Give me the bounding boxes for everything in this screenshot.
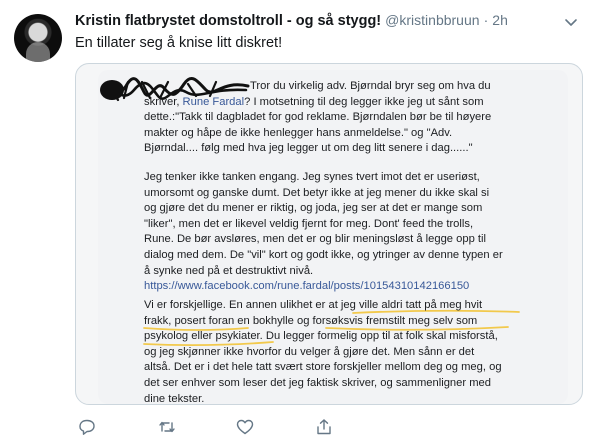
share-icon[interactable] (314, 417, 334, 437)
text-line: det ser enhver som leser det jeg faktisk… (144, 376, 491, 389)
timestamp[interactable]: 2h (492, 12, 508, 28)
separator: · (483, 12, 489, 28)
chevron-down-icon[interactable] (563, 14, 579, 30)
tweet-header: Kristin flatbrystet domstoltroll - og så… (75, 12, 508, 29)
text-line: og jeg skjønner ikke hvorfor du velger å… (144, 345, 475, 358)
text-line: psykolog eller psykiater. Du legger form… (144, 330, 498, 343)
avatar[interactable] (14, 14, 62, 62)
facebook-comment: Tror du virkelig adv. Bjørndal bryr seg … (98, 70, 568, 404)
display-name[interactable]: Kristin flatbrystet domstoltroll - og så… (75, 13, 381, 29)
handle[interactable]: @kristinbbruun (385, 12, 479, 28)
attached-image[interactable]: Tror du virkelig adv. Bjørndal bryr seg … (75, 63, 583, 405)
heart-icon[interactable] (235, 417, 255, 437)
text-line: Vi er forskjellige. En annen ulikhet er … (144, 299, 483, 311)
tweet: Kristin flatbrystet domstoltroll - og så… (0, 0, 593, 448)
text-line: frakk, posert foran en bokhylle og forsø… (144, 314, 478, 327)
tweet-actions (75, 417, 525, 437)
text-line: altså. Det er i det hele tatt svært stor… (144, 361, 502, 374)
reply-icon[interactable] (77, 417, 97, 437)
retweet-icon[interactable] (157, 417, 177, 437)
tweet-text: En tillater seg å knise litt diskret! (75, 35, 283, 51)
text-line: dine tekster. (144, 392, 205, 405)
comment-paragraph-3: Vi er forskjellige. En annen ulikhet er … (144, 298, 564, 405)
